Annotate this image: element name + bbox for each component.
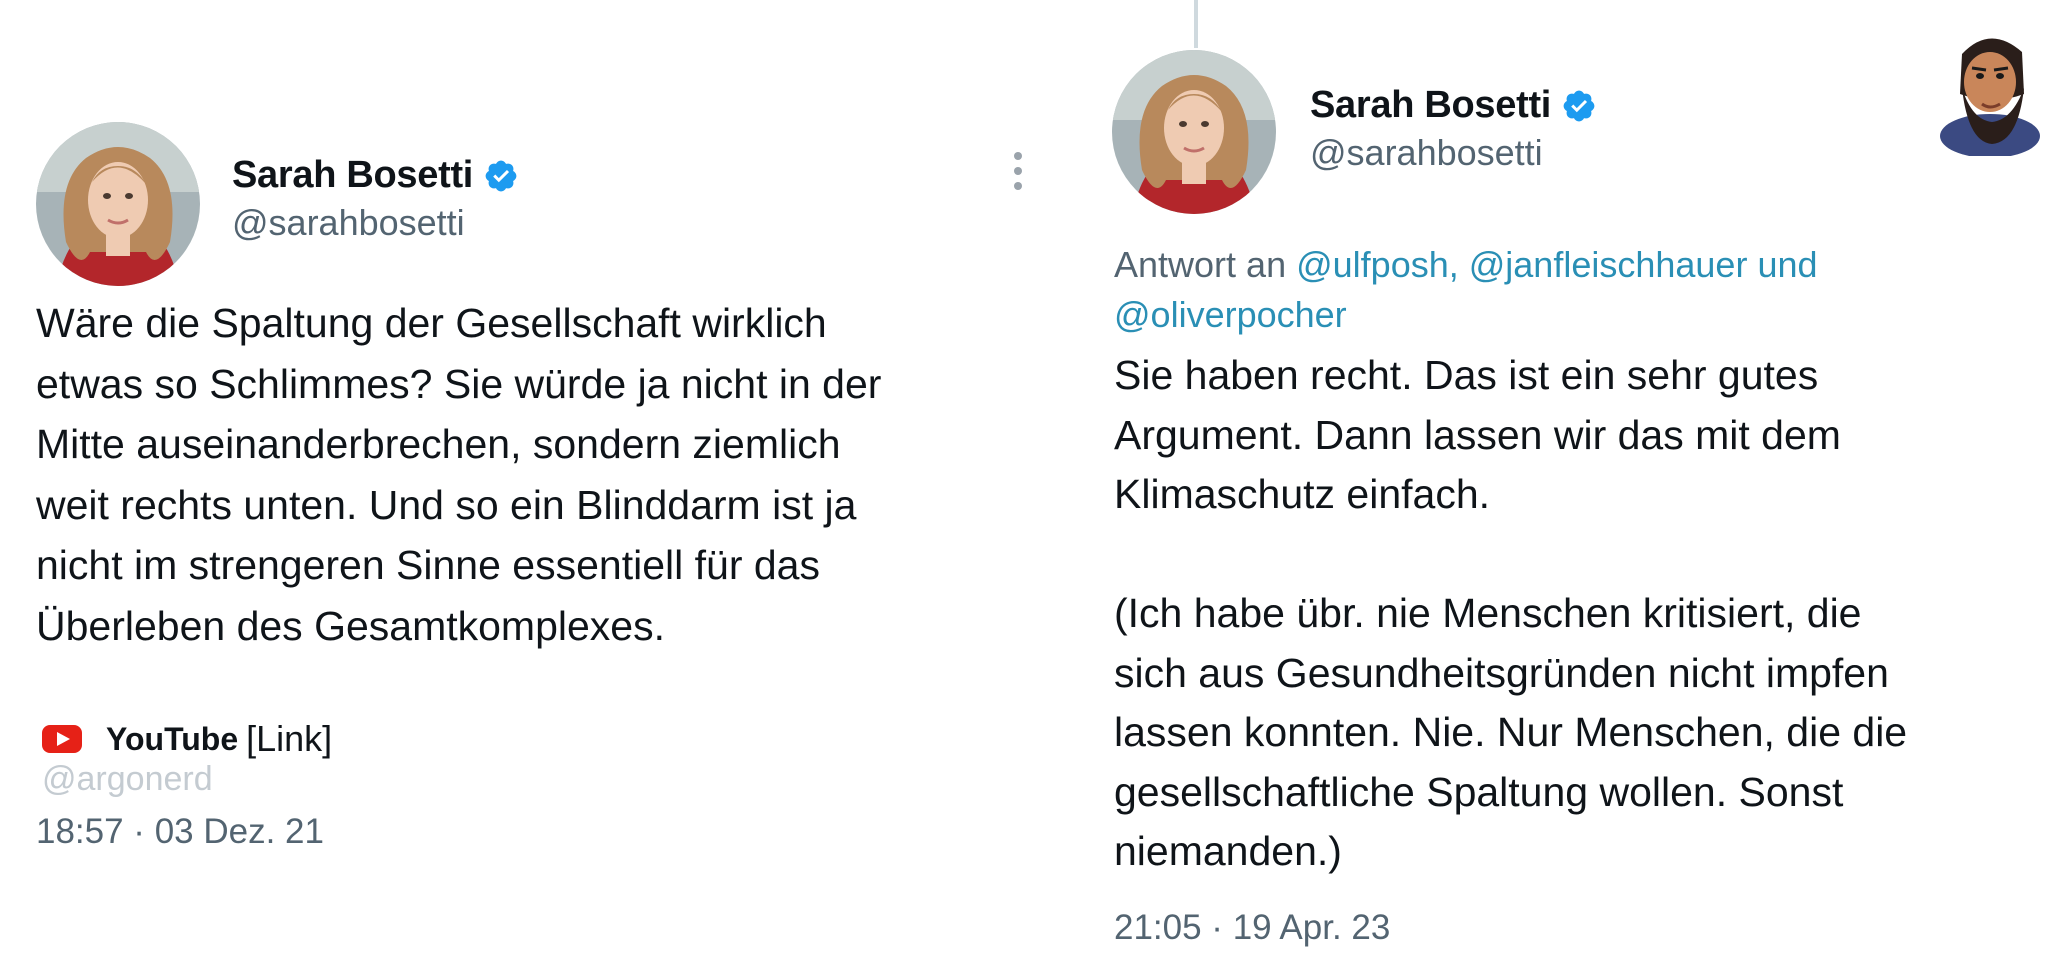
reply-to-line: Antwort an @ulfposh, @janfleischhauer un… xyxy=(1114,240,1818,290)
youtube-icon xyxy=(42,725,82,753)
thread-connector-line xyxy=(1194,0,1198,48)
author-name-row: Sarah Bosetti xyxy=(232,154,519,197)
author-handle[interactable]: @sarahbosetti xyxy=(232,202,465,244)
verified-badge-icon xyxy=(485,160,517,191)
more-options-icon[interactable] xyxy=(1012,152,1024,196)
credit-handle: @argonerd xyxy=(42,760,213,798)
reply-prefix: Antwort an xyxy=(1114,244,1287,285)
link-source: YouTube xyxy=(106,720,239,757)
reply-to-line-2: @oliverpocher xyxy=(1114,290,1347,340)
bearded-man-watermark-icon xyxy=(1932,24,2044,158)
tweet-timestamp[interactable]: 21:05 · 19 Apr. 23 xyxy=(1114,908,1390,948)
link-label[interactable]: [Link] xyxy=(246,718,332,760)
author-name-row: Sarah Bosetti xyxy=(1310,84,1597,127)
author-handle[interactable]: @sarahbosetti xyxy=(1310,132,1543,174)
verified-badge-icon xyxy=(1563,90,1595,121)
author-name[interactable]: Sarah Bosetti xyxy=(232,154,473,197)
author-avatar[interactable] xyxy=(36,122,200,286)
author-avatar[interactable] xyxy=(1112,50,1276,214)
link-card[interactable]: YouTube [Link] xyxy=(42,718,332,760)
author-name[interactable]: Sarah Bosetti xyxy=(1310,84,1551,127)
reply-mentions[interactable]: @ulfposh, @janfleischhauer und xyxy=(1296,244,1817,285)
tweet-text: Wäre die Spaltung der Gesellschaft wirkl… xyxy=(36,300,882,649)
tweet-text: Sie haben recht. Das ist ein sehr gutes … xyxy=(1114,352,1908,874)
reply-mention-oliverpocher[interactable]: @oliverpocher xyxy=(1114,294,1347,335)
tweet-timestamp[interactable]: 18:57 · 03 Dez. 21 xyxy=(36,812,324,852)
